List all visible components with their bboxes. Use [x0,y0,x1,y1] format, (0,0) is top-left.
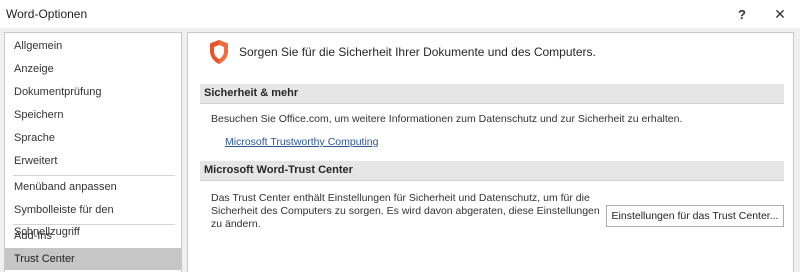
intro-text: Sorgen Sie für die Sicherheit Ihrer Doku… [239,45,596,59]
sidebar-item-anzeige[interactable]: Anzeige [5,58,181,80]
close-button[interactable]: ✕ [763,0,797,28]
help-button[interactable]: ? [725,0,759,28]
title-bar: Word-Optionen ? ✕ [0,0,800,28]
sidebar-item-schnellzugriff[interactable]: Symbolleiste für den Schnellzugriff [5,199,181,238]
security-section-heading: Sicherheit & mehr [200,84,784,104]
trust-center-settings-button[interactable]: Einstellungen für das Trust Center... [606,205,784,227]
sidebar-item-sprache[interactable]: Sprache [5,127,181,149]
sidebar-item-trust-center[interactable]: Trust Center [5,248,181,270]
security-description: Besuchen Sie Office.com, um weitere Info… [211,113,683,125]
close-icon: ✕ [774,5,786,22]
shield-icon [210,40,228,64]
help-icon: ? [738,6,746,22]
options-content-panel: Sorgen Sie für die Sicherheit Ihrer Doku… [187,32,794,272]
trustworthy-computing-link[interactable]: Microsoft Trustworthy Computing [225,136,378,148]
sidebar-item-speichern[interactable]: Speichern [5,104,181,126]
sidebar-item-allgemein[interactable]: Allgemein [5,35,181,57]
sidebar-item-erweitert[interactable]: Erweitert [5,150,181,172]
sidebar-item-menueband-anpassen[interactable]: Menüband anpassen [5,176,181,198]
sidebar-item-dokumentpruefung[interactable]: Dokumentprüfung [5,81,181,103]
trust-center-section-heading: Microsoft Word-Trust Center [200,161,784,181]
trust-center-description: Das Trust Center enthält Einstellungen f… [211,192,600,230]
window-title: Word-Optionen [6,7,88,21]
sidebar-item-add-ins[interactable]: Add-Ins [5,225,181,247]
options-sidebar: Allgemein Anzeige Dokumentprüfung Speich… [4,32,182,272]
